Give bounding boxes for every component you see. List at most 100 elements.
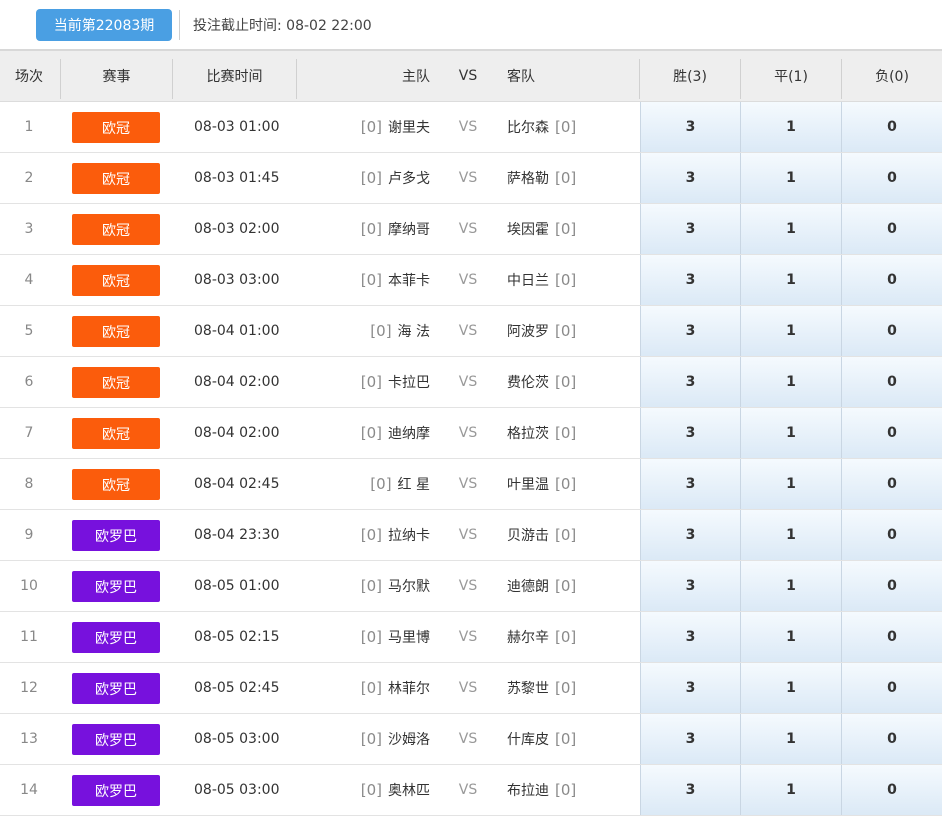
match-time: 08-05 02:45 (194, 680, 280, 696)
odds-win-button[interactable]: 3 (640, 714, 740, 764)
odds-lose-button[interactable]: 0 (841, 714, 942, 764)
match-time: 08-04 23:30 (194, 527, 280, 543)
home-rank: [0] (360, 679, 382, 697)
odds-lose-button[interactable]: 0 (841, 153, 942, 203)
away-team: 赫尔辛 [0] (507, 612, 576, 662)
odds-win-button[interactable]: 3 (640, 663, 740, 713)
odds-draw-button[interactable]: 1 (740, 408, 841, 458)
match-index: 9 (24, 527, 34, 543)
table-row: 9 欧罗巴 08-04 23:30 [0] 拉纳卡 VS 贝游击 [0] 3 1… (0, 510, 942, 561)
match-index: 7 (24, 425, 34, 441)
home-team-name: 拉纳卡 (388, 528, 430, 544)
odds-win-button[interactable]: 3 (640, 561, 740, 611)
match-index: 1 (24, 119, 34, 135)
home-team: [0] 卢多戈 (300, 153, 430, 203)
odds-lose-button[interactable]: 0 (841, 510, 942, 560)
odds-draw-button[interactable]: 1 (740, 510, 841, 560)
top-bar: 当前第22083期 投注截止时间: 08-02 22:00 (0, 0, 942, 49)
home-team: [0] 林菲尔 (300, 663, 430, 713)
odds-win-button[interactable]: 3 (640, 255, 740, 305)
match-time: 08-04 01:00 (194, 323, 280, 339)
odds-draw-button[interactable]: 1 (740, 459, 841, 509)
odds-draw-button[interactable]: 1 (740, 357, 841, 407)
match-time: 08-05 03:00 (194, 782, 280, 798)
away-team-name: 贝游击 (507, 528, 549, 544)
match-time: 08-05 03:00 (194, 731, 280, 747)
league-badge: 欧罗巴 (72, 775, 160, 806)
deadline-label: 投注截止时间: (193, 18, 282, 34)
odds-lose-button[interactable]: 0 (841, 255, 942, 305)
home-team: [0] 摩纳哥 (300, 204, 430, 254)
home-team: [0] 马里博 (300, 612, 430, 662)
odds-lose-button[interactable]: 0 (841, 663, 942, 713)
header-divider (296, 59, 297, 99)
odds-draw-button[interactable]: 1 (740, 561, 841, 611)
odds-win-button[interactable]: 3 (640, 408, 740, 458)
league-badge: 欧冠 (72, 265, 160, 296)
match-index: 14 (20, 782, 38, 798)
odds-lose-button[interactable]: 0 (841, 561, 942, 611)
league-badge: 欧冠 (72, 469, 160, 500)
odds-lose-button[interactable]: 0 (841, 306, 942, 356)
table-row: 2 欧冠 08-03 01:45 [0] 卢多戈 VS 萨格勒 [0] 3 1 … (0, 153, 942, 204)
odds-win-button[interactable]: 3 (640, 357, 740, 407)
odds-win-button[interactable]: 3 (640, 765, 740, 815)
table-row: 8 欧冠 08-04 02:45 [0] 红 星 VS 叶里温 [0] 3 1 … (0, 459, 942, 510)
odds-win-button[interactable]: 3 (640, 612, 740, 662)
odds-lose-button[interactable]: 0 (841, 204, 942, 254)
header-time: 比赛时间 (206, 69, 263, 85)
odds-draw-button[interactable]: 1 (740, 153, 841, 203)
odds-win-button[interactable]: 3 (640, 102, 740, 152)
odds-win-button[interactable]: 3 (640, 204, 740, 254)
match-index: 13 (20, 731, 38, 747)
away-team-name: 什库皮 (507, 732, 549, 748)
away-team-name: 苏黎世 (507, 681, 549, 697)
odds-lose-button[interactable]: 0 (841, 357, 942, 407)
away-team-name: 叶里温 (507, 477, 549, 493)
home-team: [0] 奥林匹 (300, 765, 430, 815)
odds-win-button[interactable]: 3 (640, 306, 740, 356)
match-index: 4 (24, 272, 34, 288)
current-period-button[interactable]: 当前第22083期 (36, 9, 172, 41)
odds-draw-button[interactable]: 1 (740, 612, 841, 662)
vs-label: VS (458, 782, 478, 798)
odds-draw-button[interactable]: 1 (740, 663, 841, 713)
odds-draw-button[interactable]: 1 (740, 102, 841, 152)
home-rank: [0] (370, 475, 392, 493)
table-row: 11 欧罗巴 08-05 02:15 [0] 马里博 VS 赫尔辛 [0] 3 … (0, 612, 942, 663)
odds-win-button[interactable]: 3 (640, 510, 740, 560)
home-team-name: 谢里夫 (388, 120, 430, 136)
match-time: 08-03 01:00 (194, 119, 280, 135)
home-team-name: 马里博 (388, 630, 430, 646)
match-index: 2 (24, 170, 34, 186)
odds-win-button[interactable]: 3 (640, 459, 740, 509)
odds-lose-button[interactable]: 0 (841, 765, 942, 815)
home-rank: [0] (360, 781, 382, 799)
vs-label: VS (458, 629, 478, 645)
match-time: 08-04 02:00 (194, 374, 280, 390)
home-team: [0] 拉纳卡 (300, 510, 430, 560)
odds-win-button[interactable]: 3 (640, 153, 740, 203)
odds-lose-button[interactable]: 0 (841, 612, 942, 662)
header-idx: 场次 (15, 69, 43, 85)
odds-draw-button[interactable]: 1 (740, 204, 841, 254)
home-team: [0] 谢里夫 (300, 102, 430, 152)
odds-draw-button[interactable]: 1 (740, 714, 841, 764)
away-rank: [0] (555, 169, 577, 187)
odds-lose-button[interactable]: 0 (841, 408, 942, 458)
league-badge: 欧冠 (72, 418, 160, 449)
away-team: 费伦茨 [0] (507, 357, 576, 407)
odds-lose-button[interactable]: 0 (841, 102, 942, 152)
home-team: [0] 马尔默 (300, 561, 430, 611)
odds-draw-button[interactable]: 1 (740, 255, 841, 305)
odds-draw-button[interactable]: 1 (740, 306, 841, 356)
match-index: 8 (24, 476, 34, 492)
odds-draw-button[interactable]: 1 (740, 765, 841, 815)
vs-label: VS (458, 425, 478, 441)
away-rank: [0] (555, 730, 577, 748)
odds-lose-button[interactable]: 0 (841, 459, 942, 509)
away-team-name: 阿波罗 (507, 324, 549, 340)
match-time: 08-03 02:00 (194, 221, 280, 237)
home-rank: [0] (360, 220, 382, 238)
home-team: [0] 本菲卡 (300, 255, 430, 305)
